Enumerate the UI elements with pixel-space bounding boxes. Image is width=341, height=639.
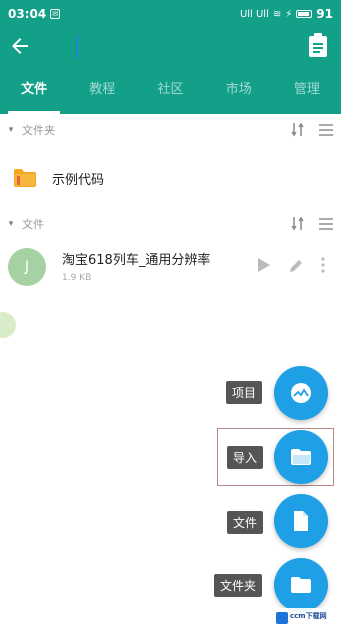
file-icon: [294, 511, 308, 531]
tab-tutorials[interactable]: 教程: [68, 70, 136, 114]
more-vert-icon[interactable]: [320, 256, 326, 274]
chevron-down-icon[interactable]: ▾: [0, 125, 22, 135]
sort-icon[interactable]: [291, 122, 305, 138]
list-menu-icon[interactable]: [319, 218, 333, 230]
files-section-title: 文件: [22, 218, 44, 231]
clipboard-icon[interactable]: [307, 32, 329, 58]
status-time: 03:04: [8, 7, 47, 21]
tab-bar: 文件 教程 社区 市场 管理: [0, 70, 341, 114]
project-icon: [291, 383, 311, 403]
list-menu-icon[interactable]: [319, 124, 333, 136]
new-file-button[interactable]: [274, 494, 328, 548]
play-icon[interactable]: [258, 258, 270, 272]
avatar: J: [8, 248, 46, 286]
folder-name: 示例代码: [52, 172, 105, 188]
folder-icon: [291, 577, 311, 593]
back-arrow-icon[interactable]: [8, 34, 32, 58]
list-item[interactable]: J 淘宝618列车_通用分辨率 1.9 KB: [0, 244, 341, 292]
fab-label-project[interactable]: 项目: [226, 381, 263, 404]
tab-community[interactable]: 社区: [136, 70, 204, 114]
watermark: ccm下载网: [270, 608, 341, 639]
charging-icon: ⚡: [285, 8, 293, 20]
sort-icon[interactable]: [291, 216, 305, 232]
folders-section-header[interactable]: ▾ 文件夹: [0, 115, 341, 145]
import-button[interactable]: [274, 430, 328, 484]
app-bar: [0, 28, 341, 70]
fab-label-import[interactable]: 导入: [227, 446, 264, 469]
folder-icon: [14, 169, 36, 187]
title-input[interactable]: [76, 34, 196, 58]
wifi-icon: ≋: [272, 8, 282, 20]
battery-icon: [296, 10, 313, 18]
list-item[interactable]: 示例代码: [0, 157, 341, 199]
battery-level: 91: [316, 7, 333, 21]
files-section-header[interactable]: ▾ 文件: [0, 209, 341, 239]
chevron-down-icon[interactable]: ▾: [0, 219, 22, 229]
tab-market[interactable]: 市场: [205, 70, 273, 114]
notification-icon: ✉: [50, 9, 61, 19]
signal-text: Ull Ull: [239, 8, 269, 20]
status-icons: Ull Ull ≋ ⚡ 91: [240, 7, 333, 21]
status-bar: 03:04 ✉ Ull Ull ≋ ⚡ 91: [0, 0, 341, 28]
file-name: 淘宝618列车_通用分辨率: [62, 253, 211, 268]
decorative-circle: [0, 312, 16, 338]
fab-label-folder[interactable]: 文件夹: [214, 574, 263, 597]
watermark-text: ccm下载网: [290, 612, 327, 620]
watermark-logo-icon: [276, 612, 288, 624]
folders-section-title: 文件夹: [22, 124, 55, 137]
new-folder-button[interactable]: [274, 558, 328, 612]
folder-open-icon: [291, 449, 311, 465]
file-size: 1.9 KB: [62, 273, 92, 283]
edit-icon[interactable]: [288, 258, 304, 274]
fab-label-file[interactable]: 文件: [227, 511, 264, 534]
tab-manage[interactable]: 管理: [273, 70, 341, 114]
tab-files[interactable]: 文件: [0, 70, 68, 114]
project-button[interactable]: [274, 366, 328, 420]
